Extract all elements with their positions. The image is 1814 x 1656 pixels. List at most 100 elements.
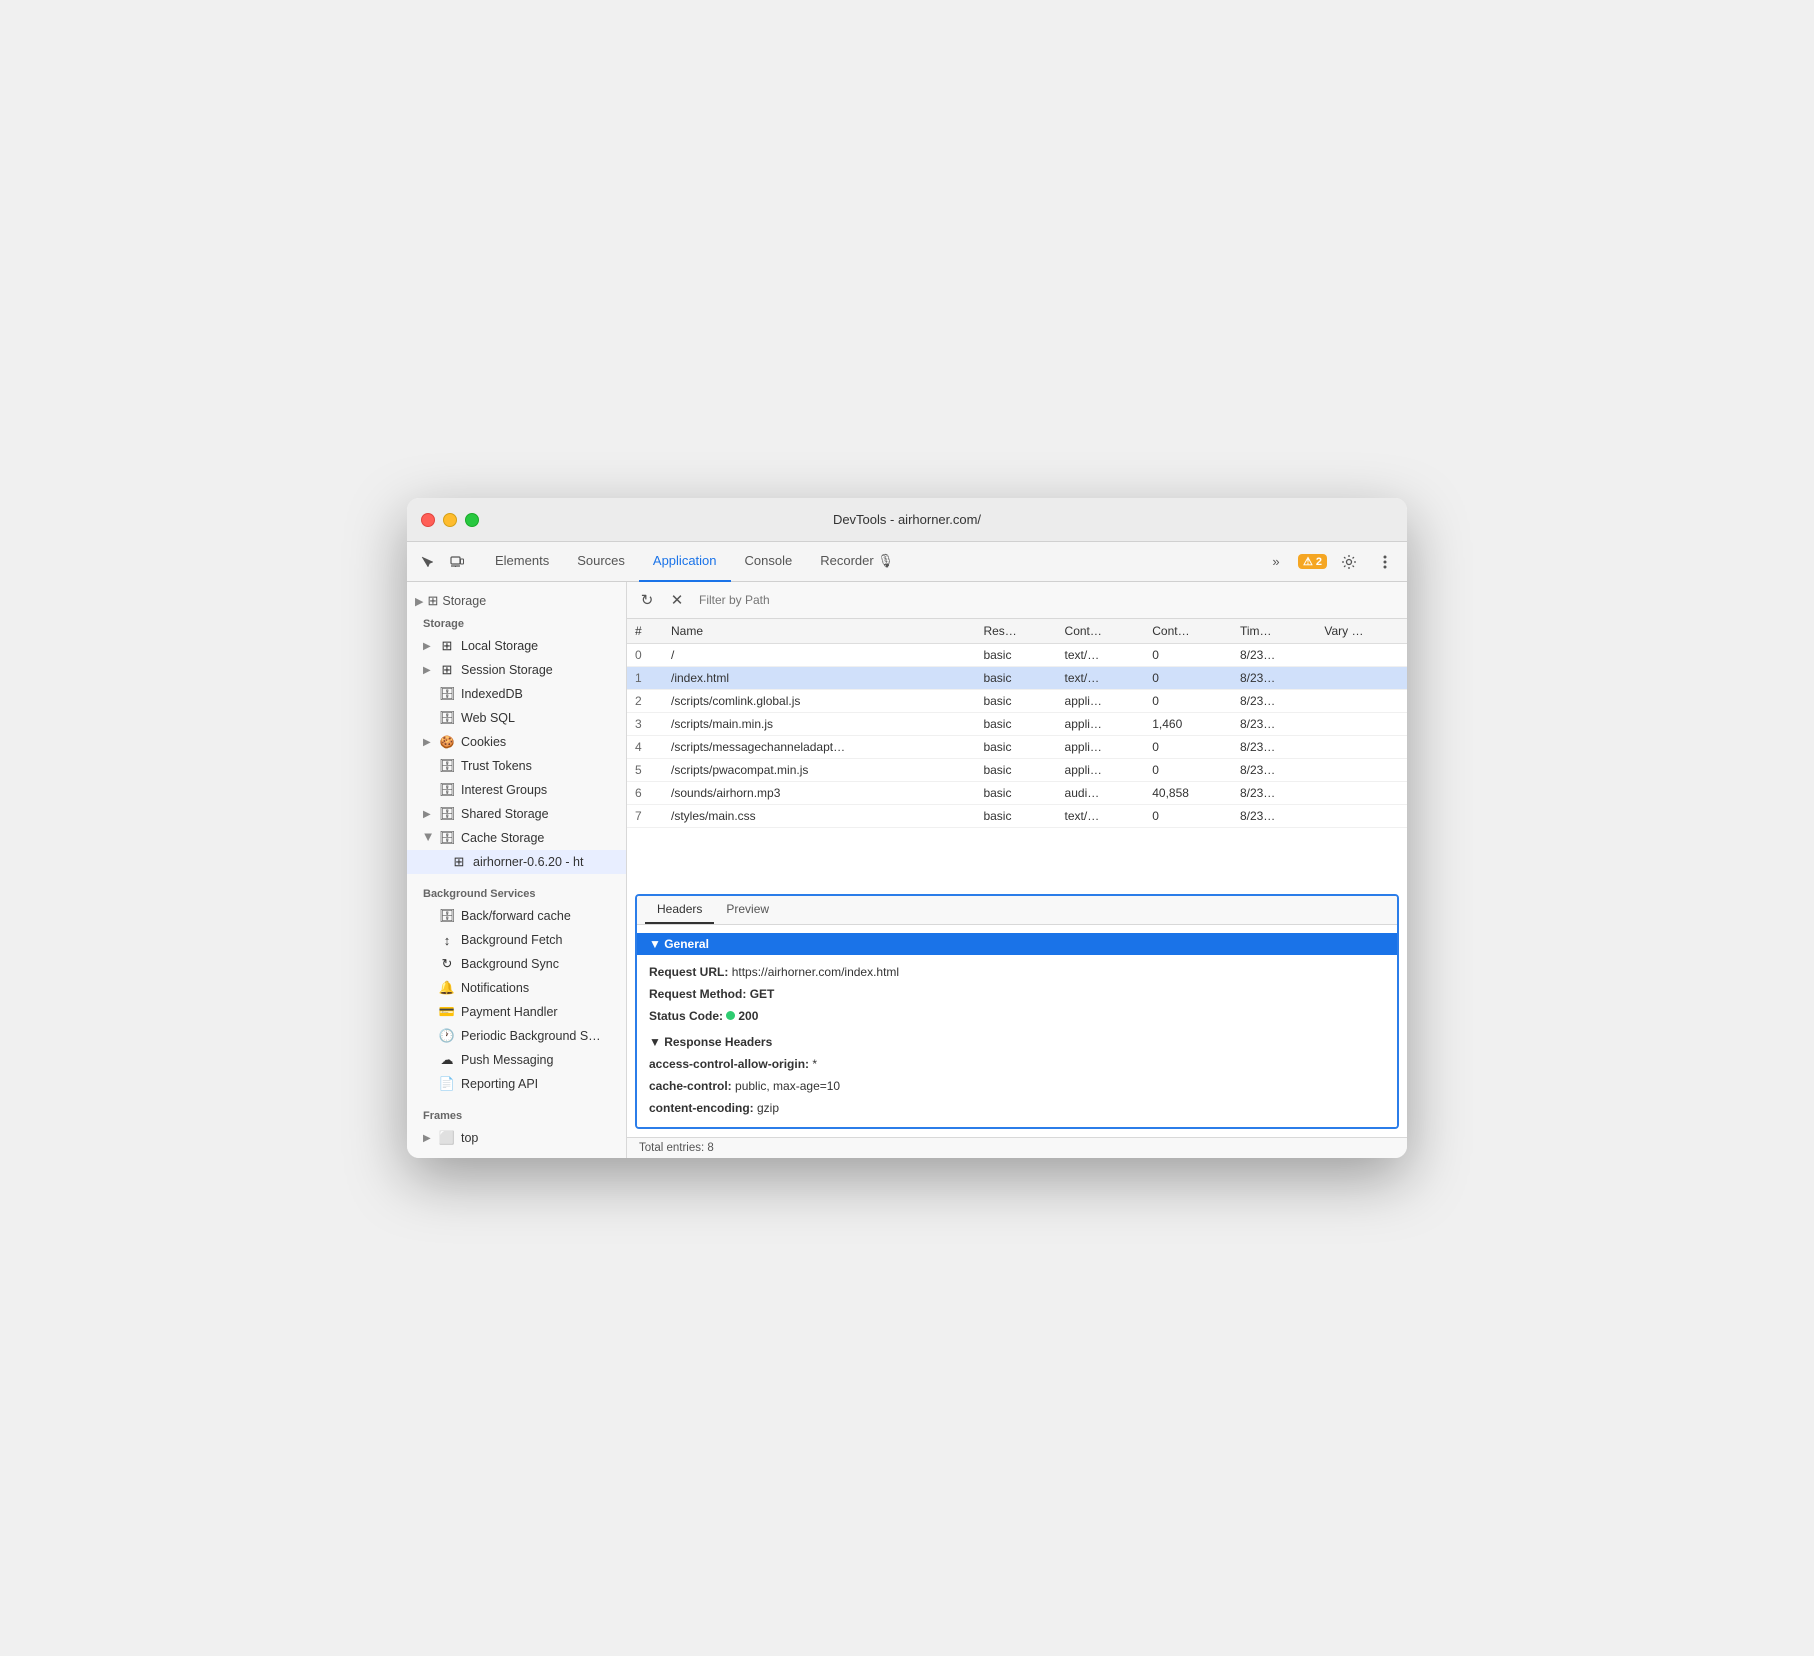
response-headers-title[interactable]: ▼ Response Headers <box>649 1035 1385 1049</box>
sidebar-item-bg-fetch[interactable]: ▶ ↕ Background Fetch <box>407 928 626 952</box>
sidebar-item-bg-sync[interactable]: ▶ ↻ Background Sync <box>407 952 626 976</box>
table-row[interactable]: 2/scripts/comlink.global.jsbasicappli…08… <box>627 690 1407 713</box>
acao-key: access-control-allow-origin: <box>649 1057 809 1071</box>
sidebar-item-cookies[interactable]: ▶ 🍪 Cookies <box>407 730 626 754</box>
ce-key: content-encoding: <box>649 1101 754 1115</box>
more-tabs-button[interactable]: » <box>1262 548 1290 576</box>
window-title: DevTools - airhorner.com/ <box>833 512 981 527</box>
cursor-icon[interactable] <box>415 550 439 574</box>
col-name: Name <box>663 619 975 644</box>
sidebar-item-local-storage[interactable]: ▶ ⊞ Local Storage <box>407 634 626 658</box>
local-storage-icon: ⊞ <box>439 638 455 654</box>
sidebar-item-periodic-bg[interactable]: ▶ 🕐 Periodic Background S… <box>407 1024 626 1048</box>
main-panel: ↻ ✕ # Name Res… Cont… Cont… <box>627 582 1407 1158</box>
sidebar-item-notifications[interactable]: ▶ 🔔 Notifications <box>407 976 626 1000</box>
tab-sources[interactable]: Sources <box>563 542 639 582</box>
sidebar-item-cache-entry[interactable]: ⊞ airhorner-0.6.20 - ht <box>407 850 626 874</box>
status-dot <box>726 1011 735 1020</box>
clear-button[interactable]: ✕ <box>665 588 689 612</box>
sidebar-item-shared-storage[interactable]: ▶ 🗄 Shared Storage <box>407 802 626 826</box>
refresh-button[interactable]: ↻ <box>635 588 659 612</box>
sidebar-item-payment-handler[interactable]: ▶ 💳 Payment Handler <box>407 1000 626 1024</box>
request-url-label: Request URL: <box>649 965 728 979</box>
titlebar: DevTools - airhorner.com/ <box>407 498 1407 542</box>
detail-panel: Headers Preview ▼ General Reque <box>635 894 1399 1129</box>
table-row[interactable]: 6/sounds/airhorn.mp3basicaudi…40,8588/23… <box>627 782 1407 805</box>
col-vary: Vary … <box>1316 619 1407 644</box>
response-header-row-1: cache-control: public, max-age=10 <box>649 1075 1385 1097</box>
request-method-value: GET <box>750 987 775 1001</box>
warning-badge[interactable]: ⚠ 2 <box>1298 554 1327 569</box>
request-method-row: Request Method: GET <box>649 983 1385 1005</box>
tab-elements[interactable]: Elements <box>481 542 563 582</box>
col-cont2: Cont… <box>1144 619 1232 644</box>
payment-handler-icon: 💳 <box>439 1004 455 1020</box>
close-button[interactable] <box>421 513 435 527</box>
devtools-window: DevTools - airhorner.com/ Elements <box>407 498 1407 1158</box>
expand-arrow-session: ▶ <box>423 665 433 676</box>
sidebar-item-back-forward[interactable]: ▶ 🗄 Back/forward cache <box>407 904 626 928</box>
tab-headers[interactable]: Headers <box>645 896 714 924</box>
response-header-row-2: content-encoding: gzip <box>649 1097 1385 1119</box>
sidebar-item-top[interactable]: ▶ ⬜ top <box>407 1126 626 1150</box>
cookies-icon: 🍪 <box>439 734 455 750</box>
traffic-lights <box>421 513 479 527</box>
tab-recorder[interactable]: Recorder 🎙 <box>806 542 908 582</box>
sidebar-item-push-messaging[interactable]: ▶ ☁ Push Messaging <box>407 1048 626 1072</box>
table-row[interactable]: 1/index.htmlbasictext/…08/23… <box>627 667 1407 690</box>
settings-button[interactable] <box>1335 548 1363 576</box>
table-row[interactable]: 3/scripts/main.min.jsbasicappli…1,4608/2… <box>627 713 1407 736</box>
back-forward-icon: 🗄 <box>439 908 455 924</box>
sidebar-item-storage-scroll[interactable]: ▶ ⊞ Storage <box>407 590 626 612</box>
detail-content: ▼ General Request URL: https://airhorner… <box>637 925 1397 1127</box>
session-storage-icon: ⊞ <box>439 662 455 678</box>
cc-key: cache-control: <box>649 1079 732 1093</box>
trust-tokens-icon: 🗄 <box>439 758 455 774</box>
status-code-row: Status Code: 200 <box>649 1005 1385 1027</box>
sidebar-item-indexeddb[interactable]: ▶ 🗄 IndexedDB <box>407 682 626 706</box>
table-row[interactable]: 5/scripts/pwacompat.min.jsbasicappli…08/… <box>627 759 1407 782</box>
response-headers-section: ▼ Response Headers access-control-allow-… <box>649 1035 1385 1119</box>
tabbar: Elements Sources Application Console Rec… <box>407 542 1407 582</box>
expand-arrow-cookies: ▶ <box>423 737 433 748</box>
sidebar-item-trust-tokens[interactable]: ▶ 🗄 Trust Tokens <box>407 754 626 778</box>
status-code-label: Status Code: <box>649 1009 723 1023</box>
footer: Total entries: 8 <box>627 1137 1407 1158</box>
sidebar: ▶ ⊞ Storage Storage ▶ ⊞ Local Storage ▶ … <box>407 582 627 1158</box>
tabbar-icons <box>415 550 469 574</box>
expand-arrow-top: ▶ <box>423 1133 433 1144</box>
shared-storage-icon: 🗄 <box>439 806 455 822</box>
ce-value: gzip <box>757 1101 779 1115</box>
main-content: ▶ ⊞ Storage Storage ▶ ⊞ Local Storage ▶ … <box>407 582 1407 1158</box>
tab-console[interactable]: Console <box>731 542 807 582</box>
notifications-icon: 🔔 <box>439 980 455 996</box>
table-row[interactable]: 4/scripts/messagechanneladapt…basicappli… <box>627 736 1407 759</box>
push-messaging-icon: ☁ <box>439 1052 455 1068</box>
tabbar-right: » ⚠ 2 <box>1262 548 1399 576</box>
cache-table: # Name Res… Cont… Cont… Tim… Vary … 0/ba… <box>627 619 1407 886</box>
fullscreen-button[interactable] <box>465 513 479 527</box>
col-cont1: Cont… <box>1057 619 1145 644</box>
tab-application[interactable]: Application <box>639 542 731 582</box>
table-row[interactable]: 0/basictext/…08/23… <box>627 644 1407 667</box>
reporting-api-icon: 📄 <box>439 1076 455 1092</box>
bg-services-section-label: Background Services <box>407 882 626 904</box>
sidebar-item-reporting-api[interactable]: ▶ 📄 Reporting API <box>407 1072 626 1096</box>
sidebar-item-web-sql[interactable]: ▶ 🗄 Web SQL <box>407 706 626 730</box>
table-row[interactable]: 7/styles/main.cssbasictext/…08/23… <box>627 805 1407 828</box>
cc-value: public, max-age=10 <box>735 1079 840 1093</box>
sidebar-item-session-storage[interactable]: ▶ ⊞ Session Storage <box>407 658 626 682</box>
general-section-title[interactable]: ▼ General <box>637 933 1397 955</box>
sidebar-item-interest-groups[interactable]: ▶ 🗄 Interest Groups <box>407 778 626 802</box>
col-num: # <box>627 619 663 644</box>
more-options-button[interactable] <box>1371 548 1399 576</box>
filter-input[interactable] <box>695 591 1399 609</box>
request-url-row: Request URL: https://airhorner.com/index… <box>649 961 1385 983</box>
tab-preview[interactable]: Preview <box>714 896 781 924</box>
expand-arrow-cache: ▶ <box>423 833 434 843</box>
sidebar-item-cache-storage[interactable]: ▶ 🗄 Cache Storage <box>407 826 626 850</box>
storage-section-label: Storage <box>407 612 626 634</box>
minimize-button[interactable] <box>443 513 457 527</box>
device-icon[interactable] <box>445 550 469 574</box>
interest-groups-icon: 🗄 <box>439 782 455 798</box>
